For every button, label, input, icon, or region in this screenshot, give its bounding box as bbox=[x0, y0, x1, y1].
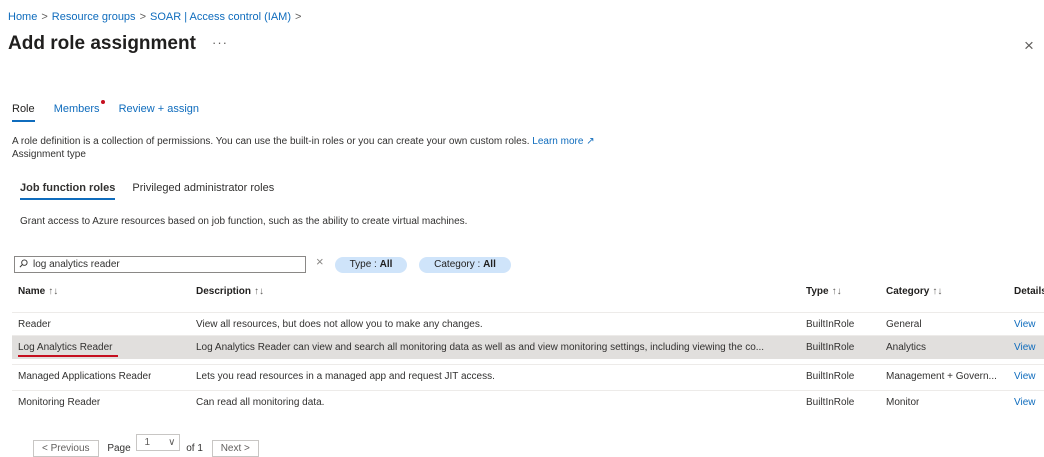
view-details-link[interactable]: View bbox=[1014, 342, 1036, 353]
role-category: Monitor bbox=[886, 397, 920, 408]
role-name: Monitoring Reader bbox=[18, 397, 101, 408]
required-dot-icon bbox=[100, 100, 105, 104]
sort-icon: ↑↓ bbox=[254, 286, 265, 297]
role-type-tabs: Job function roles Privileged administra… bbox=[20, 182, 288, 200]
category-filter-label: Category : bbox=[434, 259, 484, 270]
type-filter-value: All bbox=[379, 259, 393, 270]
external-link-icon: ↗ bbox=[586, 136, 595, 147]
breadcrumb-separator: > bbox=[41, 11, 48, 23]
role-description: A role definition is a collection of per… bbox=[12, 136, 595, 147]
tab-review-assign-label: Review + assign bbox=[118, 103, 199, 115]
clear-search-icon[interactable]: × bbox=[316, 254, 324, 269]
tab-role-label: Role bbox=[12, 103, 35, 115]
type-filter-label: Type : bbox=[349, 259, 380, 270]
column-header-description[interactable]: Description ↑↓ bbox=[196, 286, 264, 297]
sort-icon: ↑↓ bbox=[48, 286, 59, 297]
column-category-label: Category bbox=[886, 286, 930, 297]
table-row-selected[interactable]: Log Analytics Reader Log Analytics Reade… bbox=[12, 335, 1044, 359]
role-description: View all resources, but does not allow y… bbox=[196, 319, 483, 330]
page-label: Page bbox=[107, 443, 131, 454]
chevron-down-icon: ∨ bbox=[168, 437, 176, 448]
column-header-category[interactable]: Category ↑↓ bbox=[886, 286, 942, 297]
type-filter-pill[interactable]: Type : All bbox=[335, 257, 407, 273]
breadcrumb-home[interactable]: Home bbox=[8, 11, 37, 23]
role-name: Log Analytics Reader bbox=[18, 342, 113, 353]
column-description-label: Description bbox=[196, 286, 252, 297]
view-details-link[interactable]: View bbox=[1014, 371, 1036, 382]
previous-page-button[interactable]: < Previous bbox=[33, 440, 99, 457]
column-header-name[interactable]: Name ↑↓ bbox=[18, 286, 58, 297]
role-description-text: A role definition is a collection of per… bbox=[12, 136, 530, 147]
more-options-icon[interactable]: ··· bbox=[212, 35, 228, 50]
breadcrumb-soar-iam[interactable]: SOAR | Access control (IAM) bbox=[150, 11, 291, 23]
role-type: BuiltInRole bbox=[806, 397, 855, 408]
table-row[interactable]: Managed Applications Reader Lets you rea… bbox=[12, 364, 1044, 388]
page-select[interactable]: 1 ∨ bbox=[136, 434, 181, 451]
tab-review-assign[interactable]: Review + assign bbox=[119, 103, 199, 120]
learn-more-link[interactable]: Learn more ↗ bbox=[532, 136, 594, 147]
role-description: Log Analytics Reader can view and search… bbox=[196, 342, 765, 353]
column-type-label: Type bbox=[806, 286, 829, 297]
close-icon[interactable]: × bbox=[1024, 36, 1034, 56]
page-title: Add role assignment bbox=[8, 33, 196, 54]
role-category: Management + Govern... bbox=[886, 371, 997, 382]
tab-members[interactable]: Members bbox=[53, 100, 105, 120]
tab-role[interactable]: Role bbox=[12, 103, 35, 122]
tab-job-function-roles[interactable]: Job function roles bbox=[20, 182, 116, 200]
search-icon bbox=[19, 259, 28, 268]
breadcrumb-separator: > bbox=[139, 11, 146, 23]
role-type: BuiltInRole bbox=[806, 319, 855, 330]
next-page-button[interactable]: Next > bbox=[211, 440, 259, 457]
page-count-label: of 1 bbox=[186, 443, 203, 454]
breadcrumb-separator: > bbox=[295, 11, 302, 23]
assignment-type-label: Assignment type bbox=[12, 149, 86, 160]
highlight-underline bbox=[18, 355, 118, 357]
view-details-link[interactable]: View bbox=[1014, 397, 1036, 408]
table-row[interactable]: Monitoring Reader Can read all monitorin… bbox=[12, 390, 1044, 414]
category-filter-value: All bbox=[483, 259, 496, 270]
role-type: BuiltInRole bbox=[806, 342, 855, 353]
search-input[interactable] bbox=[33, 257, 298, 272]
category-filter-pill[interactable]: Category : All bbox=[419, 257, 511, 273]
breadcrumb-resource-groups[interactable]: Resource groups bbox=[52, 11, 136, 23]
column-name-label: Name bbox=[18, 286, 46, 297]
pagination: < Previous Page 1 ∨ of 1 Next > bbox=[33, 434, 259, 457]
column-header-type[interactable]: Type ↑↓ bbox=[806, 286, 842, 297]
role-description: Lets you read resources in a managed app… bbox=[196, 371, 495, 382]
role-name: Managed Applications Reader bbox=[18, 371, 152, 382]
column-header-details: Details bbox=[1014, 286, 1044, 297]
breadcrumb: Home > Resource groups > SOAR | Access contr… bbox=[8, 11, 305, 23]
role-type: BuiltInRole bbox=[806, 371, 855, 382]
role-category: Analytics bbox=[886, 342, 927, 353]
learn-more-label: Learn more bbox=[532, 136, 584, 147]
page-select-value: 1 bbox=[144, 437, 151, 448]
grant-description: Grant access to Azure resources based on… bbox=[20, 216, 468, 227]
role-name: Reader bbox=[18, 319, 51, 330]
sort-icon: ↑↓ bbox=[932, 286, 943, 297]
role-category: General bbox=[886, 319, 922, 330]
tab-privileged-admin-roles[interactable]: Privileged administrator roles bbox=[132, 182, 274, 198]
role-description: Can read all monitoring data. bbox=[196, 397, 325, 408]
tab-members-label: Members bbox=[53, 103, 100, 115]
table-row[interactable]: Reader View all resources, but does not … bbox=[12, 312, 1044, 336]
role-search-box[interactable] bbox=[14, 256, 306, 273]
sort-icon: ↑↓ bbox=[831, 286, 842, 297]
view-details-link[interactable]: View bbox=[1014, 319, 1036, 330]
wizard-tabs: Role Members Review + assign bbox=[12, 100, 215, 122]
